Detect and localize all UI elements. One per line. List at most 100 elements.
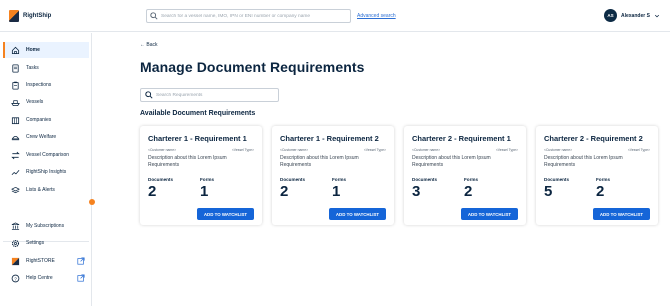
sidebar-item-label: Vessels xyxy=(26,99,44,105)
ship-icon xyxy=(11,99,20,106)
sidebar-item-rightstore[interactable]: RightSTORE xyxy=(3,253,89,269)
sidebar-item-label: Tasks xyxy=(26,65,39,71)
sidebar-item-rightship-insights[interactable]: RightShip Insights xyxy=(3,164,89,180)
forms-label: Forms xyxy=(200,177,215,182)
sidebar-item-companies[interactable]: Companies xyxy=(3,112,89,128)
sidebar-item-settings[interactable]: Settings xyxy=(3,235,89,251)
card-description: Description about this Lorem Ipsum Requi… xyxy=(148,155,227,168)
user-name: Alexander S xyxy=(621,12,650,19)
customer-name: <Customer name> xyxy=(280,148,309,152)
user-menu[interactable]: AS Alexander S xyxy=(604,9,660,22)
vessel-type: <Vessel Type> xyxy=(495,148,518,152)
avatar: AS xyxy=(604,9,617,22)
logo-mark-icon xyxy=(9,10,19,22)
forms-count: 2 xyxy=(464,183,473,200)
chevron-down-icon[interactable] xyxy=(654,13,660,19)
forms-label: Forms xyxy=(596,177,611,182)
global-search-input[interactable] xyxy=(161,13,346,19)
brand-name: RightShip xyxy=(23,13,52,19)
sidebar-item-lists-alerts[interactable]: Lists & Alerts xyxy=(3,182,89,198)
customer-name: <Customer name> xyxy=(544,148,573,152)
sidebar-item-home[interactable]: Home xyxy=(3,42,89,58)
page-title: Manage Document Requirements xyxy=(140,59,365,75)
customer-name: <Customer name> xyxy=(412,148,441,152)
requirement-card[interactable]: Charterer 2 - Requirement 1 <Customer na… xyxy=(404,126,526,225)
add-to-watchlist-button[interactable]: ADD TO WATCHLIST xyxy=(461,208,518,220)
sidebar-item-label: Companies xyxy=(26,117,52,123)
card-description: Description about this Lorem Ipsum Requi… xyxy=(544,155,623,168)
compare-icon xyxy=(11,151,20,159)
layers-icon xyxy=(11,186,20,193)
add-to-watchlist-button[interactable]: ADD TO WATCHLIST xyxy=(329,208,386,220)
advanced-search-link[interactable]: Advanced search xyxy=(357,13,396,19)
forms-count: 1 xyxy=(200,183,209,200)
sidebar-item-label: Lists & Alerts xyxy=(26,187,55,193)
forms-count: 2 xyxy=(596,183,605,200)
sidebar-item-label: Settings xyxy=(26,240,45,246)
rightship-logo[interactable]: RightShip xyxy=(9,10,51,22)
add-to-watchlist-button[interactable]: ADD TO WATCHLIST xyxy=(197,208,254,220)
bank-icon xyxy=(11,221,20,230)
documents-label: Documents xyxy=(280,177,306,182)
sidebar-item-label: RightSTORE xyxy=(26,258,55,264)
documents-label: Documents xyxy=(412,177,438,182)
external-link-icon xyxy=(77,274,85,282)
sidebar-item-vessel-comparison[interactable]: Vessel Comparison xyxy=(3,147,89,163)
sidebar-item-label: Help Centre xyxy=(26,275,53,281)
documents-label: Documents xyxy=(148,177,174,182)
card-description: Description about this Lorem Ipsum Requi… xyxy=(412,155,491,168)
search-icon xyxy=(150,12,158,20)
vessel-type: <Vessel Type> xyxy=(627,148,650,152)
add-to-watchlist-button[interactable]: ADD TO WATCHLIST xyxy=(593,208,650,220)
sidebar-item-label: Inspections xyxy=(26,82,52,88)
documents-count: 3 xyxy=(412,183,421,200)
documents-label: Documents xyxy=(544,177,570,182)
sidebar: Home Tasks Inspections Vessels Companies… xyxy=(0,33,92,306)
gear-icon xyxy=(11,239,20,247)
sidebar-item-label: Home xyxy=(26,47,40,53)
search-icon xyxy=(145,91,153,99)
sidebar-item-label: My Subscriptions xyxy=(26,223,65,229)
global-search[interactable] xyxy=(146,9,351,23)
documents-count: 5 xyxy=(544,183,553,200)
card-title: Charterer 2 - Requirement 2 xyxy=(544,134,643,143)
customer-name: <Customer name> xyxy=(148,148,177,152)
sidebar-item-help-centre[interactable]: ? Help Centre xyxy=(3,270,89,286)
forms-label: Forms xyxy=(464,177,479,182)
vessel-type: <Vessel Type> xyxy=(363,148,386,152)
requirements-search-input[interactable] xyxy=(156,92,276,98)
external-link-icon xyxy=(77,257,85,265)
building-icon xyxy=(11,116,20,124)
sidebar-item-label: RightShip Insights xyxy=(26,169,67,175)
section-title: Available Document Requirements xyxy=(140,110,256,117)
home-icon xyxy=(11,46,20,54)
documents-count: 2 xyxy=(280,183,289,200)
top-bar: RightShip Advanced search AS Alexander S xyxy=(0,0,670,32)
requirements-search[interactable] xyxy=(140,88,279,102)
sidebar-item-label: Crew Welfare xyxy=(26,134,57,140)
help-icon: ? xyxy=(11,274,20,282)
store-logo-icon xyxy=(11,257,20,265)
trend-icon xyxy=(11,169,20,175)
sidebar-item-my-subscriptions[interactable]: My Subscriptions xyxy=(3,218,89,234)
requirement-card[interactable]: Charterer 2 - Requirement 2 <Customer na… xyxy=(536,126,658,225)
svg-text:?: ? xyxy=(14,276,17,281)
sidebar-item-tasks[interactable]: Tasks xyxy=(3,60,89,76)
forms-label: Forms xyxy=(332,177,347,182)
card-title: Charterer 1 - Requirement 1 xyxy=(148,134,247,143)
back-link[interactable]: ← Back xyxy=(140,42,158,48)
sidebar-item-label: Vessel Comparison xyxy=(26,152,70,158)
sidebar-item-crew-welfare[interactable]: Crew Welfare xyxy=(3,129,89,145)
requirement-card[interactable]: Charterer 1 - Requirement 2 <Customer na… xyxy=(272,126,394,225)
sidebar-item-vessels[interactable]: Vessels xyxy=(3,94,89,110)
documents-count: 2 xyxy=(148,183,157,200)
clipboard-icon xyxy=(12,81,19,90)
requirement-card[interactable]: Charterer 1 - Requirement 1 <Customer na… xyxy=(140,126,262,225)
sidebar-item-inspections[interactable]: Inspections xyxy=(3,77,89,93)
main-content: ← Back Manage Document Requirements Avai… xyxy=(92,33,670,306)
crew-icon xyxy=(11,135,20,140)
vessel-type: <Vessel Type> xyxy=(231,148,254,152)
card-title: Charterer 2 - Requirement 1 xyxy=(412,134,511,143)
forms-count: 1 xyxy=(332,183,341,200)
card-title: Charterer 1 - Requirement 2 xyxy=(280,134,379,143)
